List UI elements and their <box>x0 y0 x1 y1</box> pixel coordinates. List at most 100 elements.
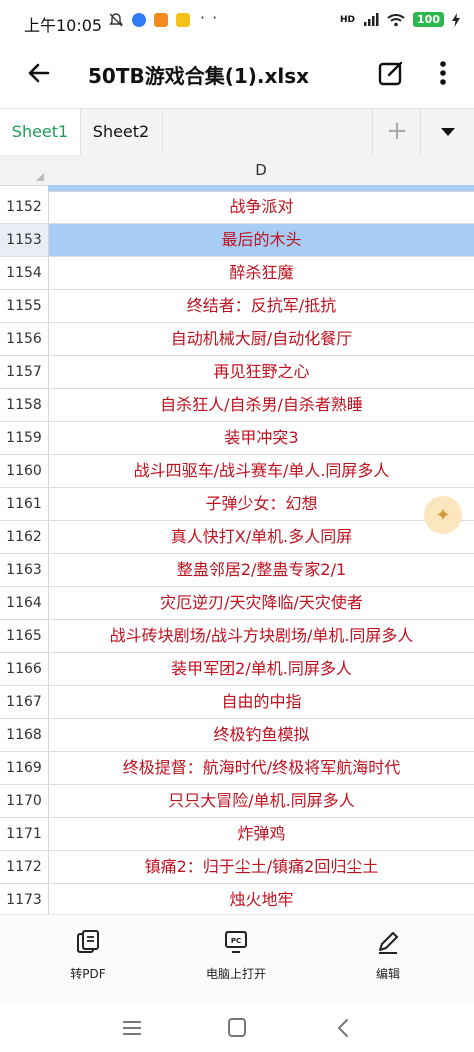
cell-game-name[interactable]: 终结者：反抗军/抵抗 <box>49 290 474 322</box>
table-row[interactable]: 1155 终结者：反抗军/抵抗 <box>0 290 474 323</box>
row-number[interactable]: 1170 <box>0 785 49 817</box>
cell-game-name[interactable]: 自杀狂人/自杀男/自杀者熟睡 <box>49 389 474 421</box>
cell-game-name[interactable]: 整蛊邻居2/整蛊专家2/1 <box>49 554 474 586</box>
table-row[interactable]: 1159 装甲冲突3 <box>0 422 474 455</box>
table-row[interactable]: 1173 烛火地牢 <box>0 884 474 915</box>
table-row[interactable]: 1160 战斗四驱车/战斗赛车/单人.同屏多人 <box>0 455 474 488</box>
status-bar: 上午10:05 · · HD 100 <box>0 0 474 42</box>
table-row[interactable]: 1166 装甲军团2/单机.同屏多人 <box>0 653 474 686</box>
table-row[interactable]: 1158 自杀狂人/自杀男/自杀者熟睡 <box>0 389 474 422</box>
row-number[interactable]: 1158 <box>0 389 49 421</box>
cell-game-name[interactable]: 自动机械大厨/自动化餐厅 <box>49 323 474 355</box>
table-row[interactable]: 1156 自动机械大厨/自动化餐厅 <box>0 323 474 356</box>
table-row[interactable]: 1165 战斗砖块剧场/战斗方块剧场/单机.同屏多人 <box>0 620 474 653</box>
row-number[interactable]: 1165 <box>0 620 49 652</box>
row-number[interactable]: 1169 <box>0 752 49 784</box>
pc-icon: PC <box>225 931 247 953</box>
more-options-icon[interactable] <box>428 56 458 90</box>
pencil-icon <box>379 932 398 954</box>
title-bar: 50TB游戏合集(1).xlsx <box>0 42 474 104</box>
cell-game-name[interactable]: 子弹少女：幻想 <box>49 488 474 520</box>
to-pdf-button[interactable]: 转PDF <box>28 929 148 982</box>
row-number[interactable]: 1166 <box>0 653 49 685</box>
table-row[interactable]: 1153 最后的木头 <box>0 224 474 257</box>
floating-assistant-button[interactable]: ✦ <box>424 496 462 534</box>
row-number[interactable]: 1159 <box>0 422 49 454</box>
row-number[interactable]: 1164 <box>0 587 49 619</box>
cell-game-name[interactable]: 炸弹鸡 <box>49 818 474 850</box>
row-number[interactable]: 1155 <box>0 290 49 322</box>
cell-game-name[interactable]: 醉杀狂魔 <box>49 257 474 289</box>
cell-game-name[interactable]: 战争派对 <box>49 191 474 223</box>
row-number[interactable]: 1161 <box>0 488 49 520</box>
table-row[interactable]: 1152 战争派对 <box>0 191 474 224</box>
row-number[interactable]: 1154 <box>0 257 49 289</box>
table-row[interactable]: 1154 醉杀狂魔 <box>0 257 474 290</box>
cell-game-name[interactable]: 最后的木头 <box>49 224 474 256</box>
recent-apps-icon[interactable] <box>118 1016 146 1040</box>
row-number[interactable]: 1156 <box>0 323 49 355</box>
table-row[interactable]: 1169 终极提督：航海时代/终极将军航海时代 <box>0 752 474 785</box>
app-notification-icon <box>154 13 168 27</box>
row-number[interactable]: 1171 <box>0 818 49 850</box>
row-number[interactable]: 1157 <box>0 356 49 388</box>
edit-document-icon[interactable] <box>374 56 408 90</box>
rows-container: 1152 战争派对 1153 最后的木头 1154 醉杀狂魔 1155 终结者：反抗军/抵抗 1… <box>0 191 474 915</box>
cell-game-name[interactable]: 烛火地牢 <box>49 884 474 915</box>
row-number[interactable]: 1152 <box>0 191 49 223</box>
row-number[interactable]: 1162 <box>0 521 49 553</box>
table-row[interactable]: 1163 整蛊邻居2/整蛊专家2/1 <box>0 554 474 587</box>
open-on-pc-label: 电脑上打开 <box>205 967 266 981</box>
table-row[interactable]: 1172 镇痛2：归于尘土/镇痛2回归尘土 <box>0 851 474 884</box>
table-row[interactable]: 1164 灾厄逆刃/天灾降临/天灾使者 <box>0 587 474 620</box>
table-row[interactable]: 1167 自由的中指 <box>0 686 474 719</box>
row-number[interactable]: 1160 <box>0 455 49 487</box>
more-notifications-icon: · · <box>200 8 219 27</box>
open-on-pc-button[interactable]: PC 电脑上打开 <box>176 929 296 982</box>
app-notification-icon <box>176 13 190 27</box>
status-time: 上午10:05 <box>24 16 103 35</box>
cell-game-name[interactable]: 镇痛2：归于尘土/镇痛2回归尘土 <box>49 851 474 883</box>
add-sheet-button[interactable]: + <box>372 109 421 155</box>
to-pdf-label: 转PDF <box>70 967 106 981</box>
cell-game-name[interactable]: 灾厄逆刃/天灾降临/天灾使者 <box>49 587 474 619</box>
table-row[interactable]: 1171 炸弹鸡 <box>0 818 474 851</box>
column-header-d[interactable]: D <box>48 155 474 186</box>
bottom-toolbar: 转PDF PC 电脑上打开 编辑 <box>0 914 474 1007</box>
tab-sheet2[interactable]: Sheet2 <box>80 109 163 155</box>
row-number[interactable]: 1163 <box>0 554 49 586</box>
row-number[interactable]: 1172 <box>0 851 49 883</box>
back-arrow-icon[interactable] <box>22 56 56 90</box>
table-row[interactable]: 1161 子弹少女：幻想 <box>0 488 474 521</box>
cell-game-name[interactable]: 装甲冲突3 <box>49 422 474 454</box>
sheet-tab-bar: Sheet1 Sheet2 + <box>0 108 474 156</box>
edit-button[interactable]: 编辑 <box>328 929 448 982</box>
cell-game-name[interactable]: 只只大冒险/单机.同屏多人 <box>49 785 474 817</box>
cell-game-name[interactable]: 自由的中指 <box>49 686 474 718</box>
row-number[interactable]: 1167 <box>0 686 49 718</box>
table-row[interactable]: 1170 只只大冒险/单机.同屏多人 <box>0 785 474 818</box>
row-number[interactable]: 1153 <box>0 224 49 256</box>
cell-game-name[interactable]: 装甲军团2/单机.同屏多人 <box>49 653 474 685</box>
cell-game-name[interactable]: 再见狂野之心 <box>49 356 474 388</box>
tab-sheet1[interactable]: Sheet1 <box>0 109 81 155</box>
cell-game-name[interactable]: 真人快打X/单机.多人同屏 <box>49 521 474 553</box>
cell-game-name[interactable]: 战斗四驱车/战斗赛车/单人.同屏多人 <box>49 455 474 487</box>
cell-game-name[interactable]: 终极钓鱼模拟 <box>49 719 474 751</box>
svg-text:PC: PC <box>231 937 241 945</box>
cell-game-name[interactable]: 终极提督：航海时代/终极将军航海时代 <box>49 752 474 784</box>
select-all-corner[interactable] <box>0 155 49 186</box>
sheet-menu-dropdown[interactable] <box>420 109 474 155</box>
cell-game-name[interactable]: 战斗砖块剧场/战斗方块剧场/单机.同屏多人 <box>49 620 474 652</box>
table-row[interactable]: 1157 再见狂野之心 <box>0 356 474 389</box>
row-number[interactable]: 1173 <box>0 884 49 915</box>
table-row[interactable]: 1162 真人快打X/单机.多人同屏 <box>0 521 474 554</box>
home-icon[interactable] <box>223 1016 251 1040</box>
back-nav-icon[interactable] <box>330 1016 358 1040</box>
table-row[interactable]: 1168 终极钓鱼模拟 <box>0 719 474 752</box>
assistant-icon: ✦ <box>435 504 451 526</box>
spreadsheet-grid[interactable]: D 1152 战争派对 1153 最后的木头 1154 醉杀狂魔 1155 终结者：反抗军/抵… <box>0 155 474 915</box>
row-number[interactable]: 1168 <box>0 719 49 751</box>
wifi-icon <box>387 13 405 26</box>
signal-icon <box>364 12 379 26</box>
